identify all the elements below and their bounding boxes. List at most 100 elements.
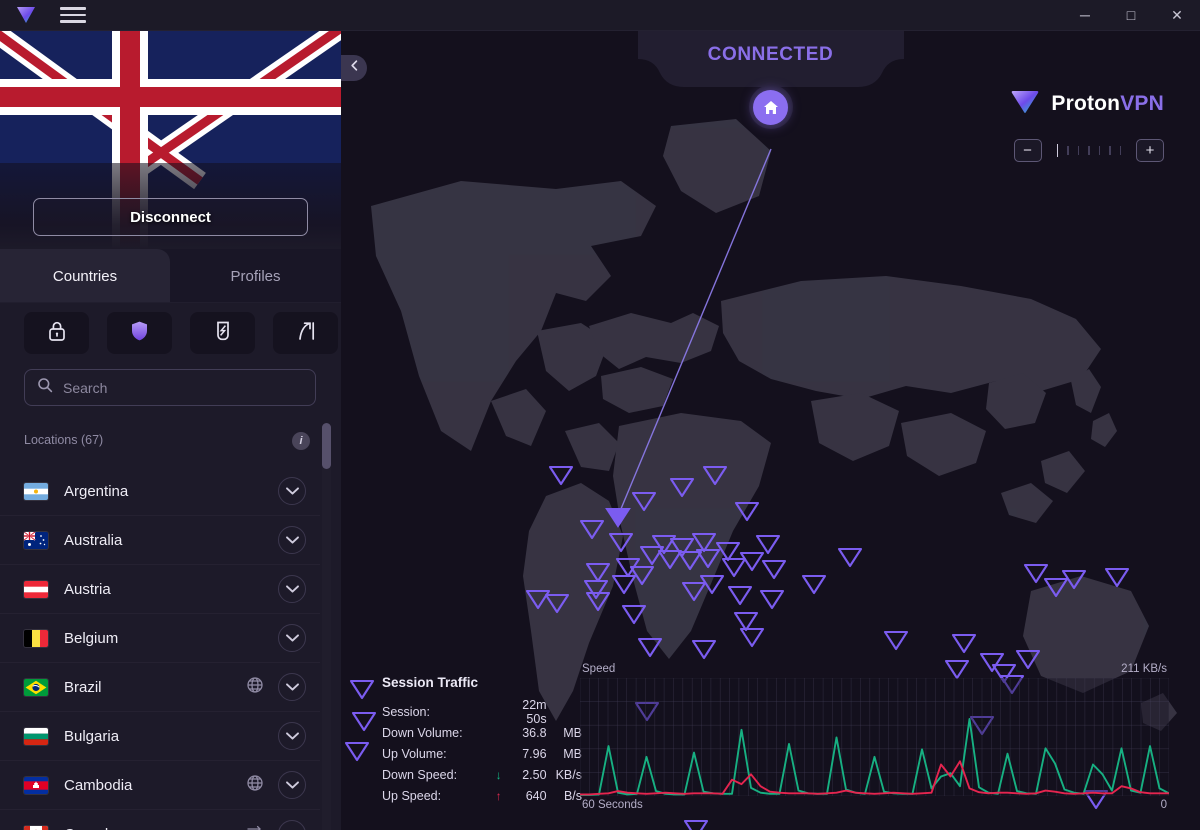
traffic-value: 22m 50s [522, 697, 547, 726]
traffic-key: Up Volume: [382, 746, 447, 761]
zoom-out-button[interactable]: − [1013, 139, 1042, 162]
feature-toolbar [24, 312, 338, 354]
session-traffic-row: Up Speed: ↑ 640 B/s [382, 785, 582, 806]
close-button[interactable]: ✕ [1154, 0, 1200, 31]
traffic-direction-icon: ↓ [495, 767, 502, 782]
graph-footer: 60 Seconds 0 [580, 796, 1169, 811]
zoom-slider[interactable] [1048, 144, 1131, 157]
home-marker[interactable] [748, 85, 793, 129]
hamburger-menu-icon[interactable] [60, 4, 86, 26]
expand-chevron-icon[interactable] [278, 673, 306, 701]
zoom-tick[interactable] [1067, 146, 1069, 155]
country-row[interactable]: Brazil [0, 663, 320, 712]
traffic-value: 7.96 [522, 746, 547, 761]
session-traffic-panel: Session Traffic Session: 22m 50s Down Volu… [382, 675, 582, 806]
chevron-left-icon [349, 59, 360, 77]
speed-chart [580, 678, 1169, 796]
speed-graph: Speed 211 KB/s 60 Seconds 0 [580, 663, 1169, 813]
traffic-direction-icon: ↑ [495, 788, 502, 803]
traffic-key: Down Speed: [382, 767, 458, 782]
expand-chevron-icon[interactable] [278, 624, 306, 652]
traffic-unit: MB [563, 746, 582, 761]
session-traffic-row: Session: 22m 50s [382, 698, 582, 726]
expand-chevron-icon[interactable] [278, 820, 306, 830]
country-row[interactable]: Belgium [0, 614, 320, 663]
session-traffic-row: Down Speed: ↓ 2.50 KB/s [382, 764, 582, 785]
shuffle-icon[interactable] [246, 823, 264, 830]
country-row[interactable]: Canada [0, 810, 320, 830]
traffic-unit: B/s [563, 788, 582, 803]
country-name: Austria [64, 580, 111, 598]
brand-vpn-text: VPN [1120, 92, 1164, 115]
maximize-button[interactable]: □ [1108, 0, 1154, 31]
info-icon[interactable]: i [292, 432, 310, 450]
country-row[interactable]: Bulgaria [0, 712, 320, 761]
country-list: Argentina Australia Austria Belgium Brazil Bu… [0, 467, 320, 830]
scrollbar-thumb[interactable] [322, 423, 331, 469]
globe-icon[interactable] [246, 774, 264, 797]
search-input[interactable] [63, 379, 303, 396]
zoom-tick[interactable] [1077, 146, 1079, 155]
country-flag-icon [24, 482, 48, 500]
country-flag-icon [24, 825, 48, 830]
kill-switch-button[interactable] [190, 312, 255, 354]
zoom-tick[interactable] [1119, 146, 1121, 155]
search-icon [37, 377, 53, 398]
country-row-icons [278, 624, 306, 652]
shield-icon [130, 320, 149, 347]
tab-countries[interactable]: Countries [0, 249, 170, 303]
expand-chevron-icon[interactable] [278, 722, 306, 750]
country-row-icons [278, 526, 306, 554]
graph-plot-area [580, 678, 1169, 796]
port-forwarding-button[interactable] [273, 312, 338, 354]
graph-min-label: 0 [1160, 799, 1167, 811]
expand-chevron-icon[interactable] [278, 575, 306, 603]
graph-max-label: 211 KB/s [1121, 663, 1167, 675]
world-map[interactable]: CONNECTED ProtonVPN − + Session Traffic … [341, 31, 1200, 830]
zoom-tick[interactable] [1056, 144, 1058, 157]
tabs-divider [0, 302, 341, 303]
secure-core-button[interactable] [24, 312, 89, 354]
country-name: Australia [64, 531, 123, 549]
sidebar-collapse-button[interactable] [341, 55, 367, 81]
zoom-tick[interactable] [1109, 146, 1111, 155]
search-box[interactable] [24, 369, 316, 406]
disconnect-button[interactable]: Disconnect [33, 198, 308, 236]
minimize-button[interactable]: ─ [1062, 0, 1108, 31]
country-row[interactable]: Cambodia [0, 761, 320, 810]
traffic-value: 36.8 [522, 725, 547, 740]
graph-x-label: 60 Seconds [582, 799, 643, 811]
country-row-icons [246, 673, 306, 701]
session-traffic-row: Down Volume: 36.8 MB [382, 722, 582, 743]
traffic-unit: KB/s [555, 767, 582, 782]
country-name: Belgium [64, 629, 119, 647]
country-row-icons [246, 771, 306, 799]
country-flag-icon [24, 678, 48, 696]
traffic-key: Down Volume: [382, 725, 463, 740]
netshield-button[interactable] [107, 312, 172, 354]
kill-switch-icon [214, 320, 232, 347]
expand-chevron-icon[interactable] [278, 526, 306, 554]
country-row[interactable]: Austria [0, 565, 320, 614]
zoom-tick[interactable] [1088, 146, 1090, 155]
country-row[interactable]: Australia [0, 516, 320, 565]
zoom-in-button[interactable]: + [1136, 139, 1164, 162]
sidebar-scrollbar[interactable] [322, 423, 331, 830]
graph-title: Speed [582, 663, 616, 675]
traffic-key: Up Speed: [382, 788, 442, 803]
sidebar: United Kingdom » UK#73 IP: 146.70.96.75 … [0, 31, 341, 830]
country-row-icons [246, 820, 306, 830]
map-zoom-control[interactable]: − + [1013, 139, 1164, 162]
country-name: Cambodia [64, 776, 133, 794]
zoom-tick[interactable] [1098, 146, 1100, 155]
country-row[interactable]: Argentina [0, 467, 320, 516]
globe-icon[interactable] [246, 676, 264, 699]
proton-logo-icon [14, 3, 38, 27]
country-flag-icon [24, 629, 48, 647]
expand-chevron-icon[interactable] [278, 477, 306, 505]
connected-banner: CONNECTED [637, 31, 904, 87]
expand-chevron-icon[interactable] [278, 771, 306, 799]
proton-triangle-icon [1010, 88, 1040, 120]
tab-profiles[interactable]: Profiles [170, 249, 341, 303]
country-name: Brazil [64, 678, 102, 696]
